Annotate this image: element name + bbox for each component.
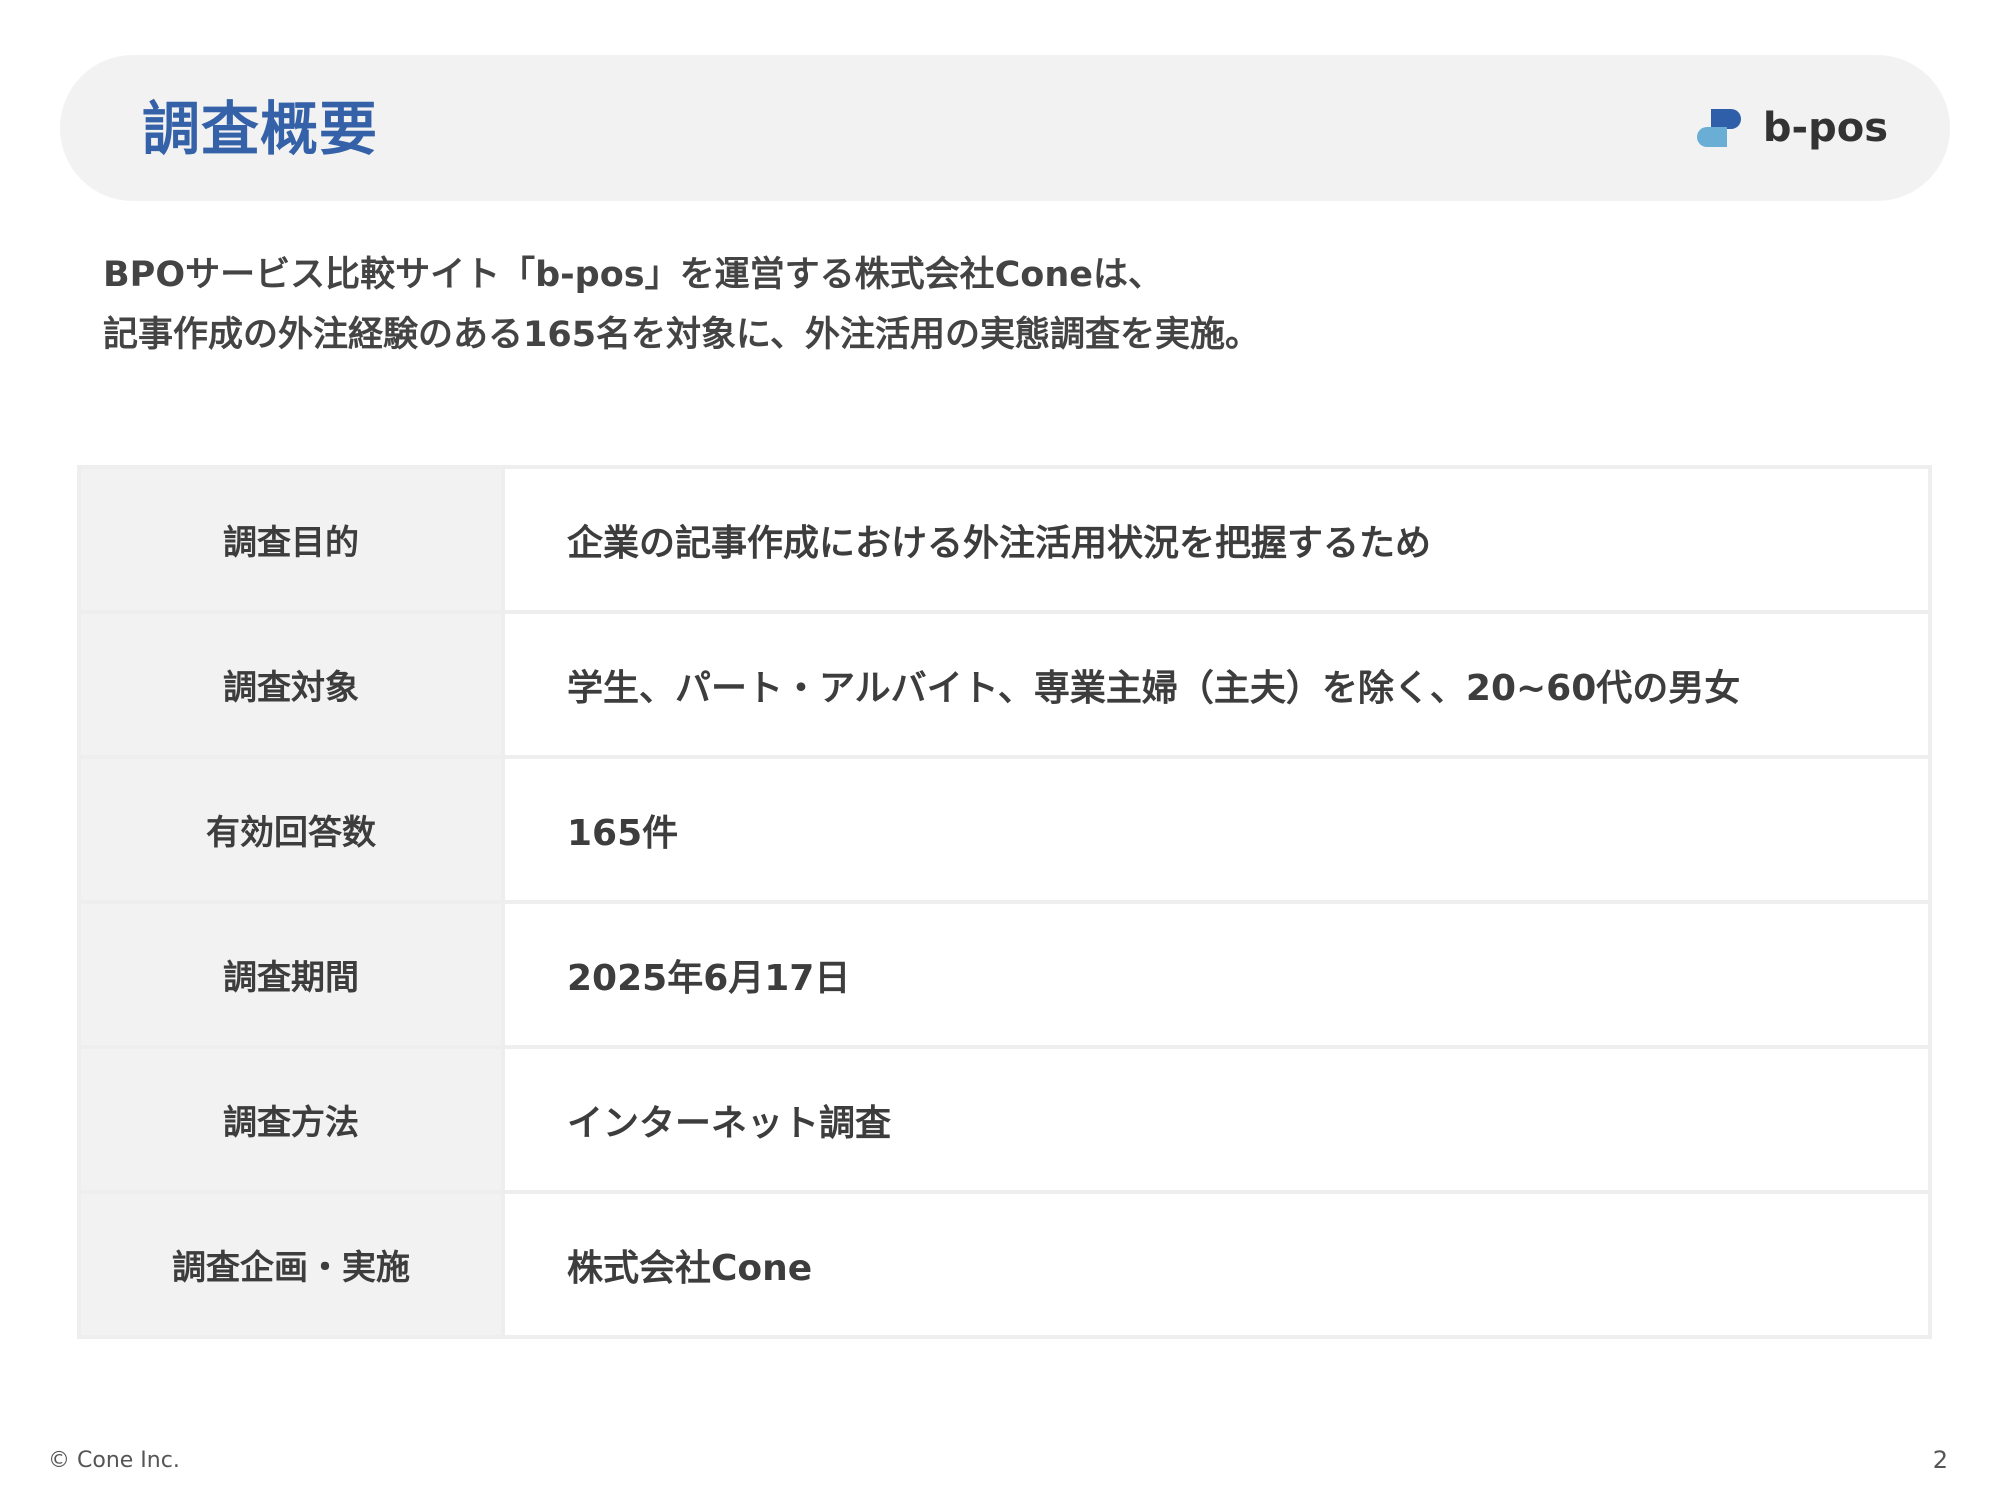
row-label: 調査方法 bbox=[77, 1045, 505, 1194]
row-value: インターネット調査 bbox=[501, 1045, 1932, 1194]
row-label: 調査対象 bbox=[77, 610, 505, 759]
b-pos-logo-icon bbox=[1696, 109, 1741, 147]
intro-line-1: BPOサービス比較サイト「b-pos」を運営する株式会社Coneは、 bbox=[103, 255, 1163, 295]
row-label: 調査期間 bbox=[77, 900, 505, 1049]
table-row-purpose: 調査目的 企業の記事作成における外注活用状況を把握するため bbox=[77, 465, 1932, 614]
slide-page: 調査概要 b-pos BPOサービス比較サイト「b-pos」を運営する株式会社C… bbox=[0, 0, 2000, 1500]
row-value: 165件 bbox=[501, 755, 1932, 904]
table-row-responses: 有効回答数 165件 bbox=[77, 755, 1932, 904]
logo-text: b-pos bbox=[1762, 105, 1888, 151]
row-value: 2025年6月17日 bbox=[501, 900, 1932, 1049]
b-pos-logo: b-pos bbox=[1696, 103, 1888, 153]
row-value: 株式会社Cone bbox=[501, 1190, 1932, 1339]
table-row-method: 調査方法 インターネット調査 bbox=[77, 1045, 1932, 1194]
intro-line-2: 記事作成の外注経験のある165名を対象に、外注活用の実態調査を実施。 bbox=[103, 315, 1261, 355]
table-row-organizer: 調査企画・実施 株式会社Cone bbox=[77, 1190, 1932, 1339]
row-label: 調査企画・実施 bbox=[77, 1190, 505, 1339]
copyright-text: © Cone Inc. bbox=[48, 1448, 180, 1473]
table-row-target: 調査対象 学生、パート・アルバイト、専業主婦（主夫）を除く、20~60代の男女 bbox=[77, 610, 1932, 759]
table-row-period: 調査期間 2025年6月17日 bbox=[77, 900, 1932, 1049]
header-bar: 調査概要 b-pos bbox=[60, 55, 1950, 201]
page-number: 2 bbox=[1932, 1446, 1948, 1474]
intro-text: BPOサービス比較サイト「b-pos」を運営する株式会社Coneは、 記事作成の… bbox=[103, 245, 1703, 365]
page-title: 調査概要 bbox=[142, 95, 379, 163]
survey-summary-table: 調査目的 企業の記事作成における外注活用状況を把握するため 調査対象 学生、パー… bbox=[77, 465, 1932, 1339]
row-label: 有効回答数 bbox=[77, 755, 505, 904]
row-label: 調査目的 bbox=[77, 465, 505, 614]
row-value: 学生、パート・アルバイト、専業主婦（主夫）を除く、20~60代の男女 bbox=[501, 610, 1932, 759]
row-value: 企業の記事作成における外注活用状況を把握するため bbox=[501, 465, 1932, 614]
